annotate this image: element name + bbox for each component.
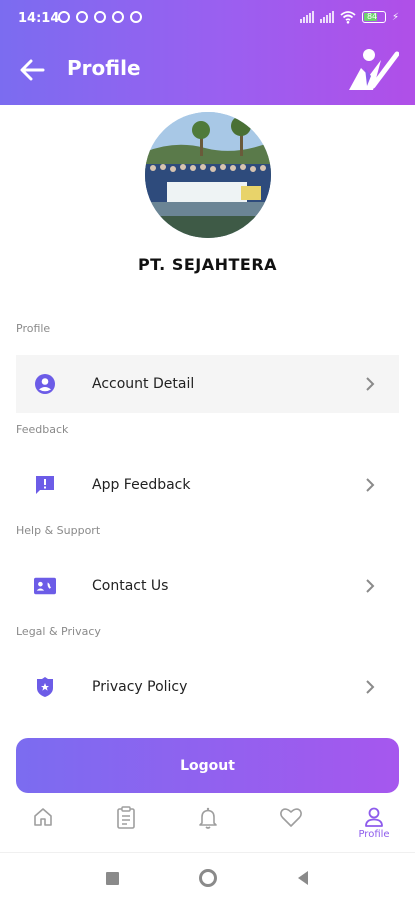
charging-icon: ⚡	[391, 11, 399, 23]
profile-icon	[365, 807, 383, 827]
menu-label: App Feedback	[92, 477, 191, 493]
account-circle-icon	[34, 373, 56, 395]
section-label-help-support: Help & Support	[16, 524, 101, 537]
chevron-right-icon	[366, 579, 375, 593]
status-time: 14:14	[18, 11, 60, 26]
wifi-icon	[340, 11, 356, 24]
account-detail-item[interactable]: Account Detail	[16, 355, 399, 413]
police-badge-icon	[34, 676, 56, 698]
clipboard-icon	[117, 806, 135, 829]
whatsapp-icon	[94, 11, 106, 23]
company-name: PT. SEJAHTERA	[137, 255, 278, 274]
logout-button[interactable]: Logout	[16, 738, 399, 793]
heart-icon	[280, 808, 302, 827]
circle-icon	[199, 869, 217, 887]
status-bar: 14:14 84 ⚡	[0, 0, 415, 38]
notification-icons	[58, 11, 142, 23]
profile-avatar	[145, 112, 271, 238]
menu-label: Account Detail	[92, 376, 195, 392]
app-logo	[349, 49, 399, 90]
arrow-left-icon	[20, 59, 45, 81]
section-label-profile: Profile	[16, 322, 51, 335]
nav-home[interactable]	[18, 806, 68, 850]
menu-label: Privacy Policy	[92, 679, 188, 695]
bell-icon	[199, 807, 217, 829]
status-right: 84 ⚡	[299, 10, 399, 24]
chevron-right-icon	[366, 680, 375, 694]
battery-level: 84	[366, 12, 378, 21]
nav-favorites[interactable]	[266, 806, 316, 850]
nav-profile-label: Profile	[358, 829, 390, 840]
recent-apps-button[interactable]	[101, 867, 123, 889]
triangle-left-icon	[298, 871, 308, 885]
back-button[interactable]	[16, 54, 48, 86]
bottom-navigation: Profile	[0, 800, 415, 852]
signal-icon	[319, 11, 334, 23]
app-icon	[112, 11, 124, 23]
nav-profile[interactable]: Profile	[349, 806, 399, 850]
header: 14:14 84 ⚡ Profile	[0, 0, 415, 105]
privacy-policy-item[interactable]: Privacy Policy	[16, 658, 399, 716]
app-icon	[130, 11, 142, 23]
back-nav-button[interactable]	[292, 867, 314, 889]
contact-card-icon	[34, 575, 56, 597]
feedback-icon	[34, 474, 56, 496]
battery-icon: 84	[361, 11, 386, 23]
system-navigation-bar	[0, 852, 415, 900]
contact-us-item[interactable]: Contact Us	[16, 557, 399, 615]
signal-icon	[299, 11, 314, 23]
nav-notifications[interactable]	[183, 806, 233, 850]
nav-orders[interactable]	[101, 806, 151, 850]
page-title: Profile	[67, 56, 141, 80]
chevron-right-icon	[366, 377, 375, 391]
alarm-icon	[58, 11, 70, 23]
menu-label: Contact Us	[92, 578, 169, 594]
headphones-icon	[76, 11, 88, 23]
group-photo-image	[145, 112, 271, 238]
logout-label: Logout	[180, 757, 235, 774]
home-icon	[34, 808, 52, 826]
app-feedback-item[interactable]: App Feedback	[16, 456, 399, 514]
section-label-feedback: Feedback	[16, 423, 69, 436]
square-icon	[105, 871, 119, 885]
section-label-legal-privacy: Legal & Privacy	[16, 625, 101, 638]
chevron-right-icon	[366, 478, 375, 492]
home-button[interactable]	[197, 867, 219, 889]
app-bar: Profile	[0, 44, 415, 96]
